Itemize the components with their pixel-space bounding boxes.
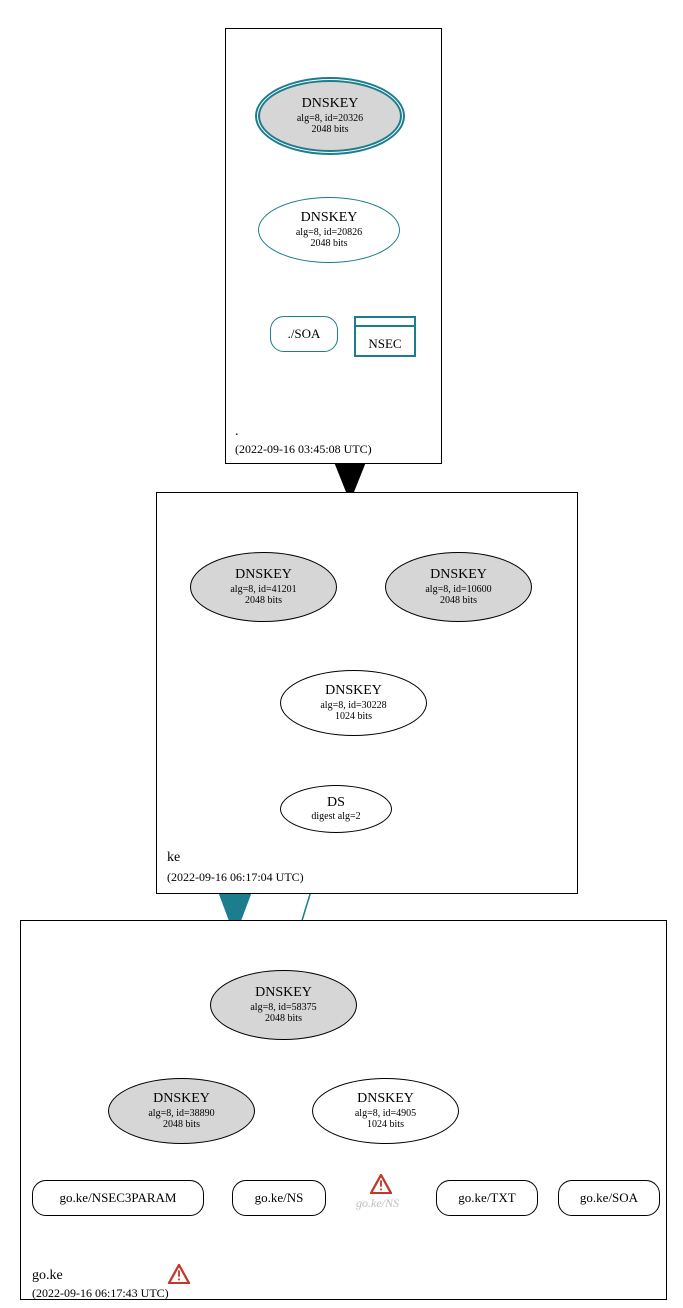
node-goke-dk2[interactable]: DNSKEY alg=8, id=38890 2048 bits — [108, 1078, 255, 1144]
node-title: DNSKEY — [430, 567, 487, 583]
node-title: DNSKEY — [153, 1091, 210, 1107]
node-ke-dk2[interactable]: DNSKEY alg=8, id=10600 2048 bits — [385, 552, 532, 622]
node-goke-zsk[interactable]: DNSKEY alg=8, id=4905 1024 bits — [312, 1078, 459, 1144]
node-sub1: alg=8, id=10600 — [425, 584, 491, 596]
node-root-ksk[interactable]: DNSKEY alg=8, id=20326 2048 bits — [258, 80, 402, 152]
node-sub2: 2048 bits — [265, 1013, 302, 1025]
node-goke-ksk[interactable]: DNSKEY alg=8, id=58375 2048 bits — [210, 970, 357, 1040]
node-title: DNSKEY — [302, 96, 359, 112]
warning-icon — [168, 1264, 190, 1284]
node-sub1: alg=8, id=58375 — [250, 1002, 316, 1014]
node-sub1: alg=8, id=4905 — [355, 1108, 416, 1120]
node-root-nsec[interactable]: NSEC — [354, 316, 416, 357]
node-title: DNSKEY — [301, 210, 358, 226]
node-sub1: alg=8, id=41201 — [230, 584, 296, 596]
zone-root-label: . — [235, 424, 239, 440]
node-goke-ns-faded: go.ke/NS — [356, 1196, 399, 1211]
node-root-soa[interactable]: ./SOA — [270, 316, 338, 352]
node-title: go.ke/TXT — [458, 1190, 515, 1206]
node-title: ./SOA — [288, 326, 321, 342]
node-sub2: 2048 bits — [245, 595, 282, 607]
node-title: DNSKEY — [255, 985, 312, 1001]
node-sub1: alg=8, id=30228 — [320, 700, 386, 712]
warning-icon — [370, 1174, 392, 1194]
node-title: go.ke/SOA — [580, 1190, 638, 1206]
node-title: DNSKEY — [325, 683, 382, 699]
node-sub2: 1024 bits — [367, 1119, 404, 1131]
node-sub2: 2048 bits — [311, 238, 348, 250]
zone-root-time: (2022-09-16 03:45:08 UTC) — [235, 442, 372, 457]
node-title: NSEC — [368, 336, 401, 352]
node-title: go.ke/NSEC3PARAM — [60, 1190, 177, 1206]
node-ke-dk1[interactable]: DNSKEY alg=8, id=41201 2048 bits — [190, 552, 337, 622]
node-sub1: alg=8, id=20326 — [297, 113, 363, 125]
node-goke-soa[interactable]: go.ke/SOA — [558, 1180, 660, 1216]
zone-ke-label: ke — [167, 850, 180, 866]
node-goke-ns[interactable]: go.ke/NS — [232, 1180, 326, 1216]
node-sub2: 2048 bits — [440, 595, 477, 607]
node-ke-zsk[interactable]: DNSKEY alg=8, id=30228 1024 bits — [280, 670, 427, 736]
node-sub2: 2048 bits — [312, 124, 349, 136]
zone-goke-time: (2022-09-16 06:17:43 UTC) — [32, 1286, 169, 1301]
node-sub1: digest alg=2 — [311, 811, 360, 823]
node-title: DNSKEY — [235, 567, 292, 583]
node-sub1: alg=8, id=38890 — [148, 1108, 214, 1120]
node-title: DS — [327, 795, 345, 811]
node-root-zsk[interactable]: DNSKEY alg=8, id=20826 2048 bits — [258, 197, 400, 263]
node-title: DNSKEY — [357, 1091, 414, 1107]
node-title: go.ke/NS — [255, 1190, 304, 1206]
node-sub1: alg=8, id=20826 — [296, 227, 362, 239]
node-sub2: 2048 bits — [163, 1119, 200, 1131]
zone-goke-label: go.ke — [32, 1268, 63, 1284]
node-goke-txt[interactable]: go.ke/TXT — [436, 1180, 538, 1216]
zone-ke-time: (2022-09-16 06:17:04 UTC) — [167, 870, 304, 885]
node-ke-ds[interactable]: DS digest alg=2 — [280, 785, 392, 833]
node-sub2: 1024 bits — [335, 711, 372, 723]
node-goke-nsec3param[interactable]: go.ke/NSEC3PARAM — [32, 1180, 204, 1216]
